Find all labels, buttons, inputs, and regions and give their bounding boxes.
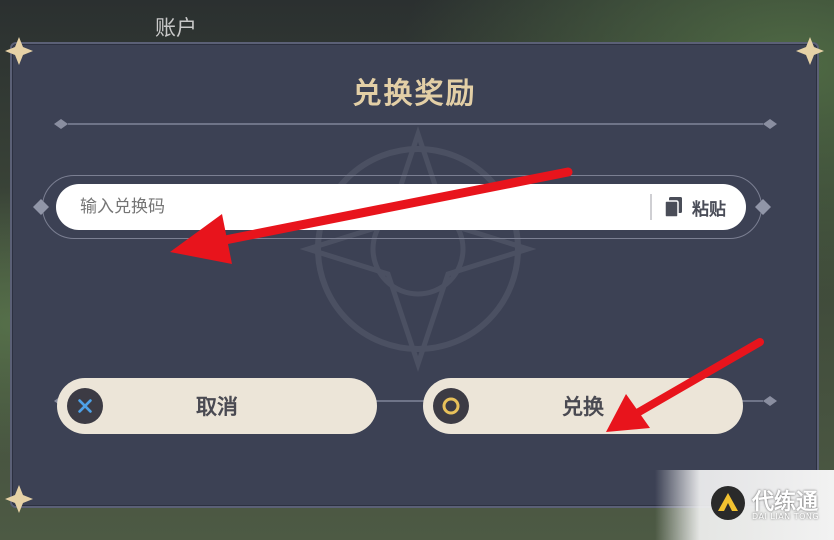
brand-logo-icon xyxy=(710,485,746,521)
redeem-dialog: 兑换奖励 xyxy=(5,37,824,513)
redeem-button[interactable]: 兑换 xyxy=(423,378,743,434)
corner-ornament-icon xyxy=(795,36,825,66)
clipboard-icon xyxy=(664,197,682,218)
corner-ornament-icon xyxy=(4,484,34,514)
cancel-label: 取消 xyxy=(196,395,238,419)
diamond-ornament-icon xyxy=(755,199,771,215)
paste-label: 粘贴 xyxy=(692,199,726,220)
watermark-sub: DAI LIAN TONG xyxy=(752,512,820,521)
dialog-title: 兑换奖励 xyxy=(352,76,477,110)
emblem-icon xyxy=(298,114,538,384)
input-separator xyxy=(650,194,652,220)
account-tab[interactable]: 账户 xyxy=(155,12,197,42)
diamond-ornament-icon xyxy=(33,199,49,215)
redeem-code-input[interactable] xyxy=(80,184,620,230)
title-divider xyxy=(48,115,783,129)
redeem-code-field: 粘贴 xyxy=(56,184,746,230)
redeem-label: 兑换 xyxy=(562,395,604,419)
paste-button[interactable]: 粘贴 xyxy=(660,184,740,230)
corner-ornament-icon xyxy=(4,36,34,66)
cancel-button[interactable]: 取消 xyxy=(57,378,377,434)
